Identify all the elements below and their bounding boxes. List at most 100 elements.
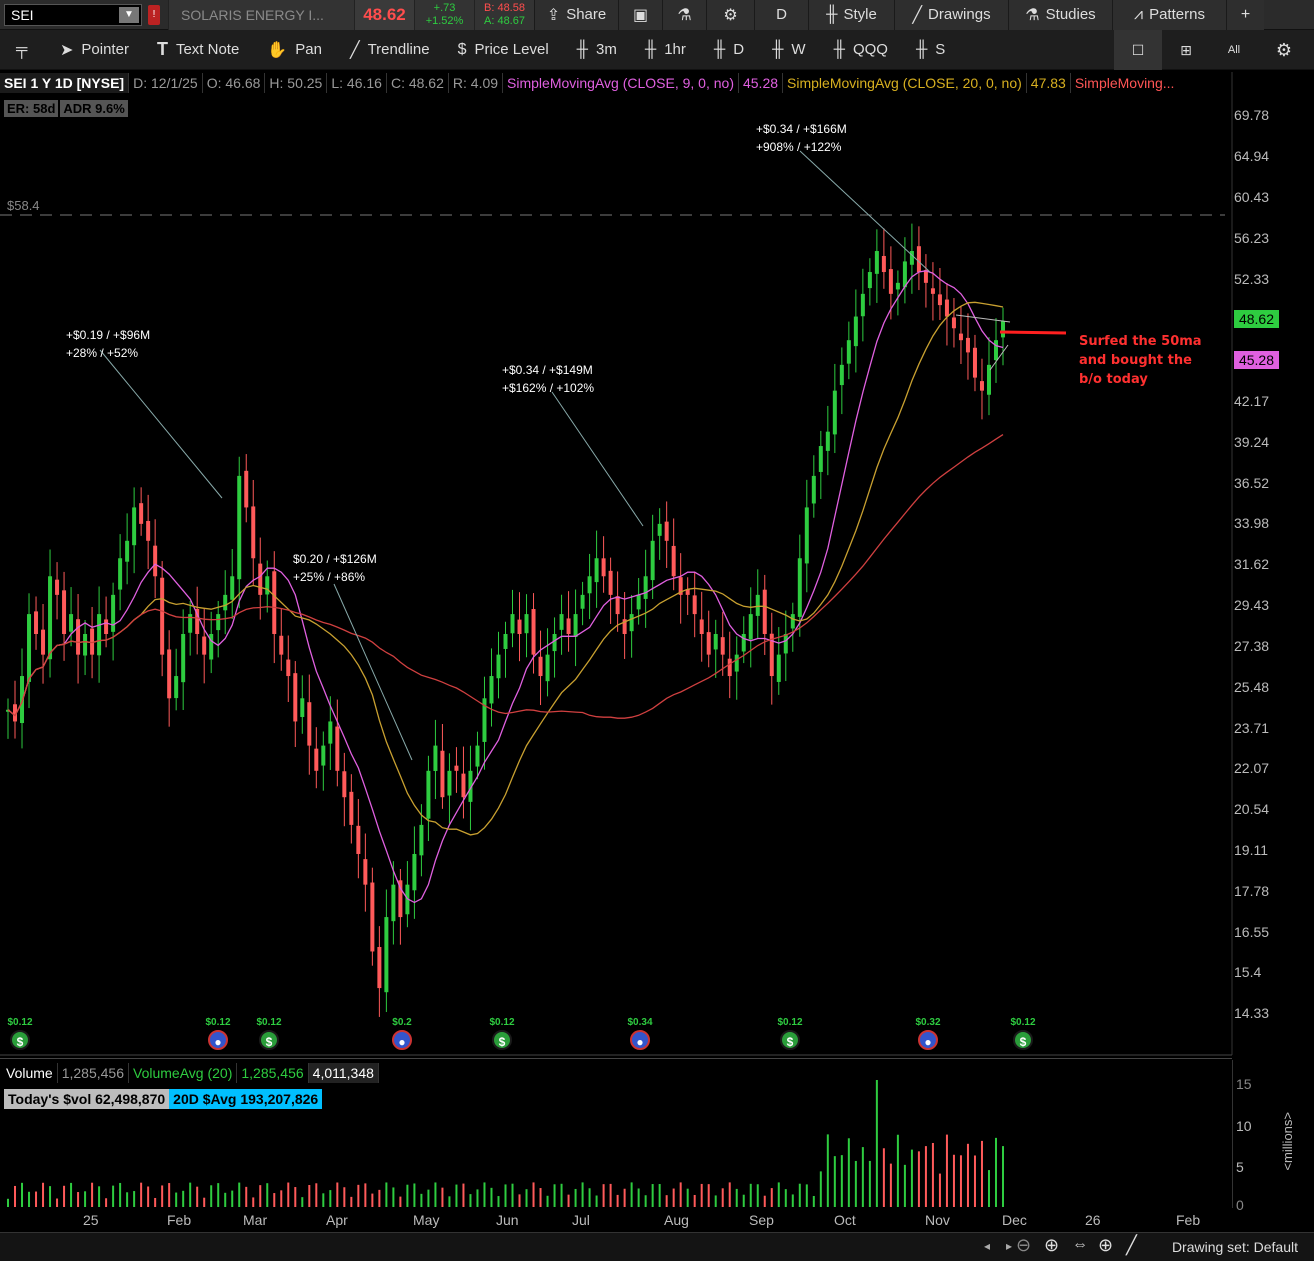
earnings-icon[interactable]: ● [918, 1030, 938, 1050]
volume-bar [707, 1184, 710, 1207]
earnings-icon[interactable]: ● [392, 1030, 412, 1050]
volume-bar [98, 1186, 101, 1207]
volume-bar [861, 1147, 864, 1207]
candle-body [41, 629, 46, 655]
candle-body [643, 576, 648, 599]
volume-bar [693, 1194, 696, 1207]
volume-bar [280, 1190, 283, 1207]
earnings-icon[interactable]: ● [208, 1030, 228, 1050]
candle-body [1001, 320, 1005, 338]
dividend-label: $0.12 [205, 1017, 231, 1028]
volume-bar [343, 1187, 346, 1207]
candle-body [587, 576, 592, 594]
candle-body [916, 246, 921, 273]
candle-body [300, 698, 305, 718]
time-axis-label: Apr [326, 1212, 348, 1228]
scroll-left-icon[interactable]: ◂ [984, 1239, 990, 1253]
candle-body [251, 506, 256, 559]
volume-bar [392, 1187, 395, 1207]
volume-bar [63, 1185, 66, 1207]
candle-body [692, 595, 697, 615]
volume-bar [882, 1148, 885, 1207]
volume-bar [805, 1184, 808, 1207]
volume-bar [49, 1186, 52, 1207]
volume-bar [406, 1184, 409, 1207]
candle-body [909, 251, 914, 265]
dividend-icon[interactable]: $ [780, 1030, 800, 1050]
draw-icon[interactable]: ╱ [1126, 1235, 1137, 1256]
price-axis-label: 60.43 [1234, 189, 1270, 205]
volume-bar [959, 1155, 962, 1207]
candle-body [328, 721, 333, 744]
price-axis-label: 56.23 [1234, 230, 1270, 246]
candle-body [181, 634, 186, 683]
dividend-icon[interactable]: $ [259, 1030, 279, 1050]
volume-bar [42, 1182, 45, 1207]
volume-bar [609, 1183, 612, 1207]
volume-bar [672, 1188, 675, 1207]
dividend-icon[interactable]: $ [10, 1030, 30, 1050]
volume-bar [217, 1183, 220, 1207]
candle-body [384, 917, 389, 993]
candle-body [860, 293, 865, 317]
candle-body [314, 748, 319, 771]
volume-bar [791, 1194, 794, 1207]
volume-bar [189, 1182, 192, 1207]
pane-divider[interactable] [0, 1058, 1232, 1059]
time-axis-label: Nov [925, 1212, 950, 1228]
candle-body [419, 824, 424, 856]
time-axis-label: Oct [834, 1212, 856, 1228]
candle-body [741, 634, 746, 652]
volume-chart[interactable] [0, 1080, 1232, 1208]
drawing-set-label[interactable]: Drawing set: Default [1172, 1239, 1298, 1255]
candle-body [202, 636, 207, 655]
volume-bar [763, 1195, 766, 1207]
volume-bar [910, 1149, 913, 1207]
dividend-label: $0.12 [489, 1017, 515, 1028]
dividend-icon[interactable]: $ [492, 1030, 512, 1050]
dividend-icon[interactable]: $ [1013, 1030, 1033, 1050]
volume-bar [497, 1196, 500, 1207]
candle-body [944, 299, 949, 317]
time-axis-label: Sep [749, 1212, 774, 1228]
volume-bar [840, 1155, 843, 1207]
candle-body [426, 770, 431, 819]
volume-bar [322, 1193, 325, 1207]
price-axis-label: 31.62 [1234, 556, 1270, 572]
volume-bar [14, 1185, 17, 1207]
volume-bar [616, 1194, 619, 1207]
zoom-out-icon[interactable]: ⊖ [1016, 1235, 1031, 1256]
earnings-icon[interactable]: ● [630, 1030, 650, 1050]
candle-body [356, 825, 361, 854]
candle-body [167, 649, 172, 699]
dividend-label: $0.12 [256, 1017, 282, 1028]
candle-body [146, 520, 151, 541]
volume-bar [273, 1193, 276, 1207]
candle-body [244, 470, 249, 508]
candle-body [776, 654, 781, 682]
volume-bar [203, 1197, 206, 1207]
candle-body [531, 609, 536, 655]
volume-bar [826, 1134, 829, 1207]
time-axis-label: Jun [496, 1212, 519, 1228]
scroll-right-icon[interactable]: ▸ [1006, 1239, 1012, 1253]
candle-body [839, 364, 844, 386]
price-axis-label: 39.24 [1234, 434, 1270, 450]
candle-body [139, 503, 144, 524]
price-axis-label: 33.98 [1234, 515, 1270, 531]
candle-body [825, 431, 830, 451]
time-axis-label: Jul [572, 1212, 590, 1228]
annotation-3: +$0.34 / +$149M +$162% / +102% [502, 363, 595, 395]
candle-body [279, 635, 284, 655]
crosshair-icon[interactable]: ⊕ [1098, 1235, 1113, 1256]
volume-bar [154, 1197, 157, 1207]
volume-bar [56, 1198, 59, 1207]
volume-bar [714, 1195, 717, 1207]
candle-body [489, 676, 494, 704]
time-axis-label: Feb [1176, 1212, 1201, 1228]
zoom-in-icon[interactable]: ⊕ [1044, 1235, 1059, 1256]
volume-bar [553, 1184, 556, 1207]
candle-body [69, 614, 74, 632]
candle-body [370, 882, 375, 952]
fit-icon[interactable]: ⇔ [1072, 1236, 1088, 1254]
